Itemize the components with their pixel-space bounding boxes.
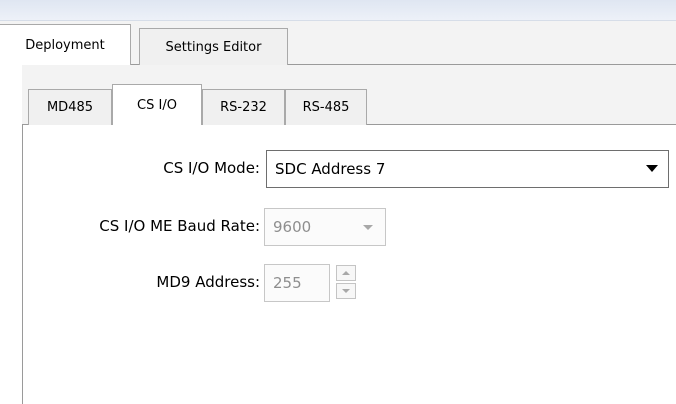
md9-address-field[interactable]: 255 <box>264 264 330 302</box>
baud-rate-value: 9600 <box>273 218 312 236</box>
baud-rate-label: CS I/O ME Baud Rate: <box>99 217 260 235</box>
tab-rs-485[interactable]: RS-485 <box>285 89 367 125</box>
title-strip <box>0 0 676 21</box>
tab-md485[interactable]: MD485 <box>28 89 112 125</box>
tab-settings-editor-label: Settings Editor <box>165 39 262 55</box>
tab-rs-485-label: RS-485 <box>302 100 350 115</box>
cs-io-mode-select[interactable]: SDC Address 7 <box>266 150 669 188</box>
tab-md485-label: MD485 <box>46 100 94 115</box>
tab-deployment[interactable]: Deployment <box>0 24 131 65</box>
spinner-down-icon <box>342 289 350 293</box>
tab-settings-editor[interactable]: Settings Editor <box>139 28 288 65</box>
spinner-down-button[interactable] <box>336 283 356 299</box>
md9-address-value: 255 <box>273 274 302 292</box>
baud-rate-select[interactable]: 9600 <box>264 208 386 246</box>
md9-address-spinner[interactable] <box>336 265 356 299</box>
tab-rs-232-label: RS-232 <box>220 100 267 115</box>
chevron-down-icon[interactable] <box>646 165 658 172</box>
md9-address-label: MD9 Address: <box>156 273 260 291</box>
tab-rs-232[interactable]: RS-232 <box>202 89 285 125</box>
spinner-up-icon <box>342 271 350 275</box>
tab-cs-io[interactable]: CS I/O <box>112 84 202 125</box>
tab-deployment-label: Deployment <box>25 37 105 53</box>
spinner-up-button[interactable] <box>336 265 356 281</box>
cs-io-mode-value: SDC Address 7 <box>275 160 386 178</box>
tab-cs-io-label: CS I/O <box>137 97 177 113</box>
panel-left-border <box>22 124 23 404</box>
chevron-down-icon[interactable] <box>363 225 373 230</box>
cs-io-mode-label: CS I/O Mode: <box>163 159 260 177</box>
